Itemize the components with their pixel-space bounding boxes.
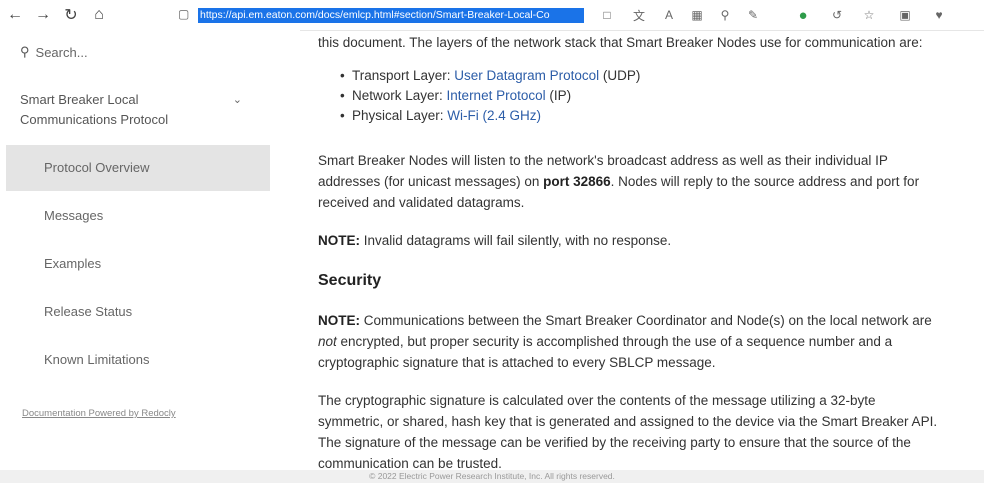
note-encryption: NOTE: Communications between the Smart B… [318,313,932,370]
address-bar[interactable]: ▢ https://api.em.eaton.com/docs/emlcp.ht… [172,5,592,25]
sidebar-item-known-limitations[interactable]: Known Limitations [6,337,270,383]
network-layers-list: Transport Layer: User Datagram Protocol … [340,66,640,126]
group-label-line1: Smart Breaker Local [20,92,139,107]
url-text[interactable]: https://api.em.eaton.com/docs/emlcp.html… [198,8,584,23]
broadcast-paragraph: Smart Breaker Nodes will listen to the n… [318,153,920,210]
port-number: port 32866 [543,174,611,189]
sync-icon[interactable]: ↺ [828,6,846,24]
udp-link[interactable]: User Datagram Protocol [454,68,599,83]
favorites-icon[interactable]: ☆ [860,6,878,24]
read-aloud-icon[interactable]: A [660,6,678,24]
sidebar-item-examples[interactable]: Examples [6,241,270,287]
chevron-down-icon[interactable]: ⌄ [233,90,242,110]
list-item: Transport Layer: User Datagram Protocol … [340,66,640,86]
note-invalid-datagrams: NOTE: Invalid datagrams will fail silent… [318,233,672,248]
translate-icon[interactable]: 文 [630,6,648,24]
extensions-icon[interactable]: ✎ [744,6,762,24]
search-icon: ⚲ [20,44,30,59]
security-heading: Security [318,272,382,289]
sidebar-item-messages[interactable]: Messages [6,193,270,239]
heart-icon[interactable]: ♥ [930,6,948,24]
wifi-link[interactable]: Wi-Fi [447,108,478,123]
sidebar-group-sblcp[interactable]: Smart Breaker Local Communications Proto… [20,90,260,130]
sidebar-item-release-status[interactable]: Release Status [6,289,270,335]
powered-by-link[interactable]: Documentation Powered by Redocly [22,408,176,419]
sidebar-item-protocol-overview[interactable]: Protocol Overview [6,145,270,191]
grammarly-icon[interactable]: ● [794,6,812,24]
search-input[interactable]: Search... [36,45,88,60]
screenshot-icon[interactable]: ▦ [688,6,706,24]
lock-icon[interactable]: ▢ [178,8,190,21]
list-item: Physical Layer: Wi-Fi (2.4 GHz) [340,106,640,126]
reader-icon[interactable]: □ [598,6,616,24]
group-label-line2: Communications Protocol [20,112,169,127]
copyright-footer: © 2022 Electric Power Research Institute… [0,470,984,483]
collections-icon[interactable]: ▣ [896,6,914,24]
sidebar: ⚲ Search... Smart Breaker Local Communic… [0,30,300,470]
intro-text: this document. The layers of the network… [318,35,923,50]
browser-toolbar: ← → ↻ ⌂ ▢ https://api.em.eaton.com/docs/… [0,0,984,31]
ip-link[interactable]: Internet Protocol [447,88,546,103]
refresh-icon[interactable]: ↻ [60,4,82,26]
list-item: Network Layer: Internet Protocol (IP) [340,86,640,106]
main-content: this document. The layers of the network… [318,30,984,471]
signature-paragraph: The cryptographic signature is calculate… [318,393,938,471]
forward-icon[interactable]: → [32,4,54,26]
search-box[interactable]: ⚲ Search... [20,44,88,60]
back-icon[interactable]: ← [4,4,26,26]
zoom-icon[interactable]: ⚲ [716,6,734,24]
home-icon[interactable]: ⌂ [88,4,110,26]
